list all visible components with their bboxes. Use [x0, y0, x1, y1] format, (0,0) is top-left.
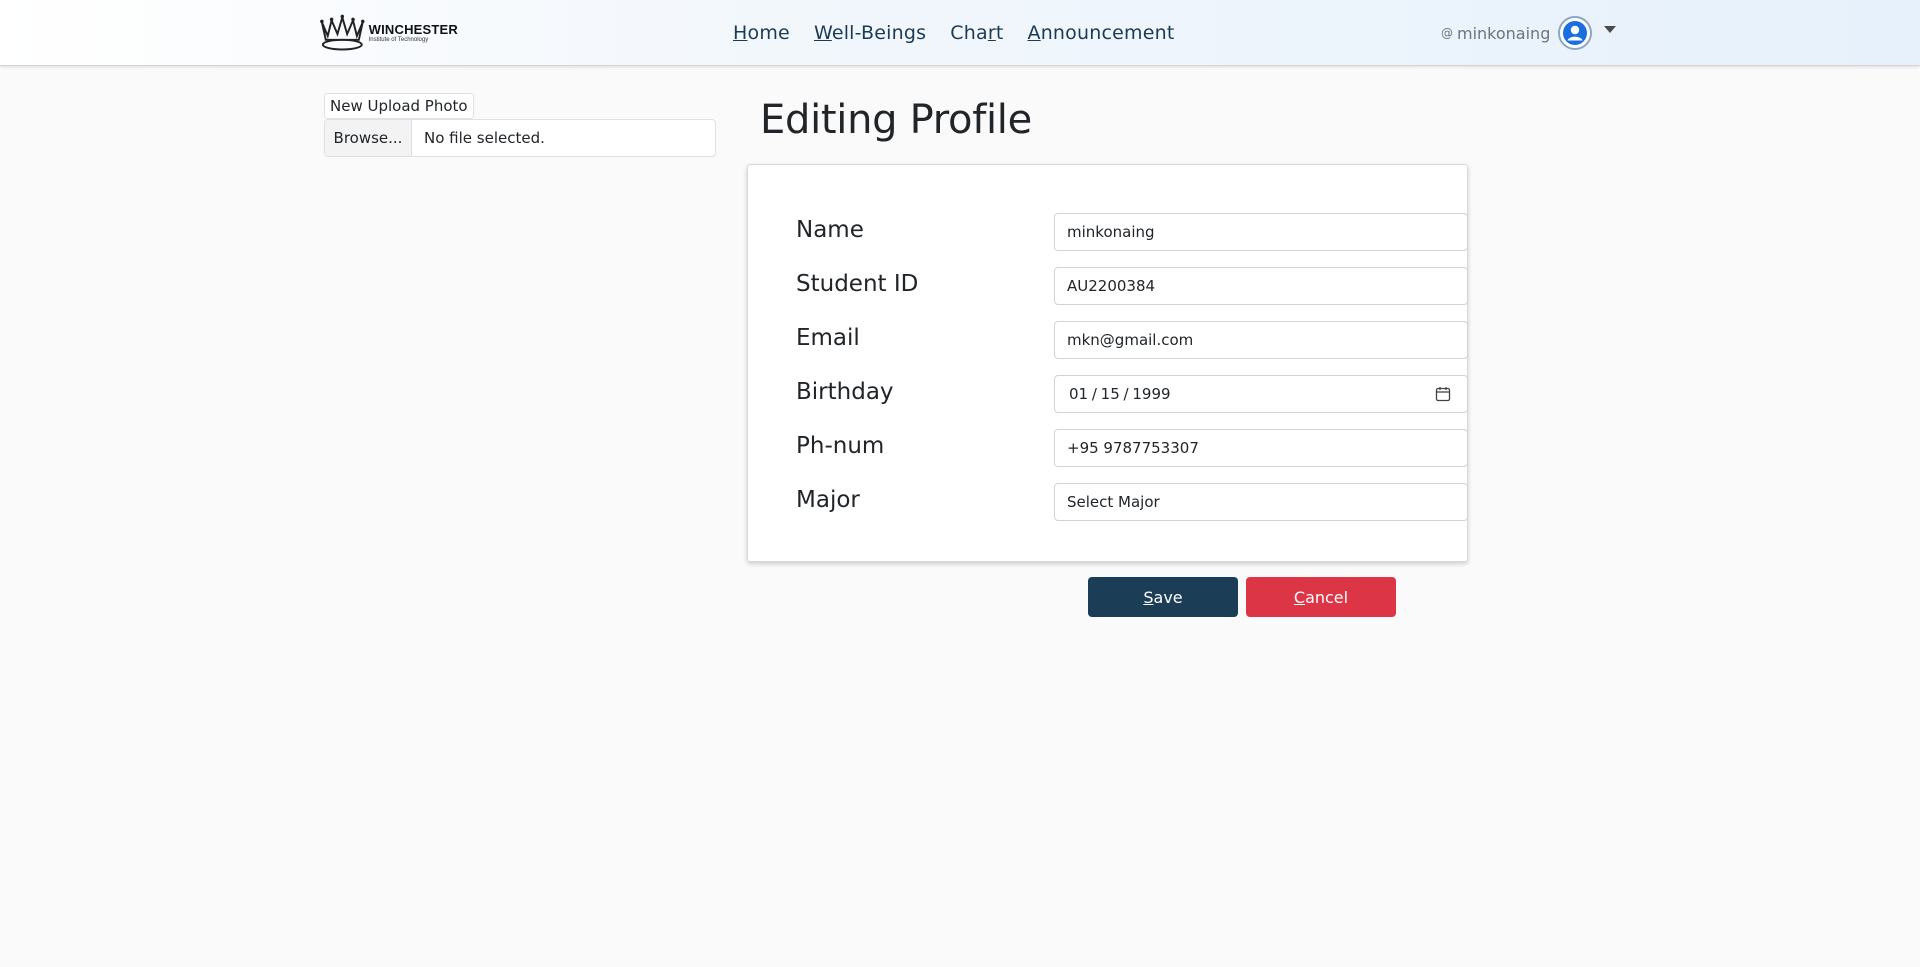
main-nav: Home Well-Beings Chart Announcement — [733, 18, 1175, 48]
nav-home[interactable]: Home — [733, 22, 790, 44]
major-select[interactable]: Select Major — [1054, 483, 1468, 521]
nav-chart-accel: r — [987, 22, 996, 44]
phone-row: Ph-num — [796, 429, 1468, 469]
chevron-down-icon[interactable] — [1604, 25, 1617, 33]
nav-chart[interactable]: Chart — [950, 22, 1003, 44]
upload-photo-label: New Upload Photo — [324, 93, 474, 119]
name-label: Name — [796, 217, 864, 243]
user-name: minkonaing — [1457, 23, 1551, 43]
save-rest: ave — [1153, 587, 1183, 607]
student-id-label: Student ID — [796, 271, 919, 297]
brand-name: WINCHESTER — [368, 22, 458, 37]
save-accel: S — [1143, 587, 1154, 607]
profile-form-card: Name Student ID Email Birthday 01 / 15 /… — [747, 164, 1468, 562]
birthday-value: 01 / 15 / 1999 — [1069, 385, 1171, 403]
calendar-icon[interactable] — [1435, 386, 1451, 402]
page-title: Editing Profile — [760, 97, 1032, 143]
name-row: Name — [796, 213, 1468, 253]
birthday-label: Birthday — [796, 379, 894, 405]
nav-announcement-accel: A — [1027, 22, 1041, 44]
cancel-rest: ancel — [1305, 587, 1349, 607]
save-button[interactable]: Save — [1088, 577, 1238, 617]
browse-button[interactable]: Browse... — [325, 120, 412, 156]
user-menu[interactable]: @ minkonaing — [1441, 16, 1617, 50]
at-sign: @ — [1441, 26, 1453, 40]
file-status: No file selected. — [424, 129, 545, 147]
nav-well-beings-rest: ell-Beings — [831, 22, 927, 44]
birthday-row: Birthday 01 / 15 / 1999 — [796, 375, 1468, 415]
nav-home-rest: ome — [747, 22, 790, 44]
student-id-input[interactable] — [1054, 267, 1468, 305]
cancel-accel: C — [1293, 587, 1306, 607]
nav-well-beings-accel: W — [813, 22, 832, 44]
user-avatar-icon — [1563, 21, 1588, 45]
cancel-button[interactable]: Cancel — [1246, 577, 1396, 617]
navbar: WINCHESTER Institute of Technology Home … — [0, 0, 1920, 66]
name-input[interactable] — [1054, 213, 1468, 251]
email-row: Email — [796, 321, 1468, 361]
nav-well-beings[interactable]: Well-Beings — [814, 22, 926, 44]
nav-announcement[interactable]: Announcement — [1027, 22, 1174, 44]
photo-file-input[interactable]: Browse... No file selected. — [324, 119, 716, 157]
crown-logo-icon — [320, 14, 365, 51]
student-id-row: Student ID — [796, 267, 1468, 307]
brand-subtitle: Institute of Technology — [368, 37, 429, 43]
nav-chart-pre: Cha — [950, 22, 988, 44]
phone-label: Ph-num — [796, 433, 885, 459]
birthday-date-input[interactable]: 01 / 15 / 1999 — [1054, 375, 1468, 413]
avatar[interactable] — [1558, 16, 1593, 50]
major-row: Major Select Major — [796, 483, 1468, 523]
email-label: Email — [796, 325, 860, 351]
email-input[interactable] — [1054, 321, 1468, 359]
nav-chart-rest: t — [995, 22, 1004, 44]
phone-input[interactable] — [1054, 429, 1468, 467]
major-label: Major — [796, 487, 860, 513]
brand-logo[interactable]: WINCHESTER Institute of Technology — [318, 14, 458, 52]
nav-announcement-rest: nnouncement — [1040, 22, 1175, 44]
nav-home-accel: H — [733, 22, 748, 44]
